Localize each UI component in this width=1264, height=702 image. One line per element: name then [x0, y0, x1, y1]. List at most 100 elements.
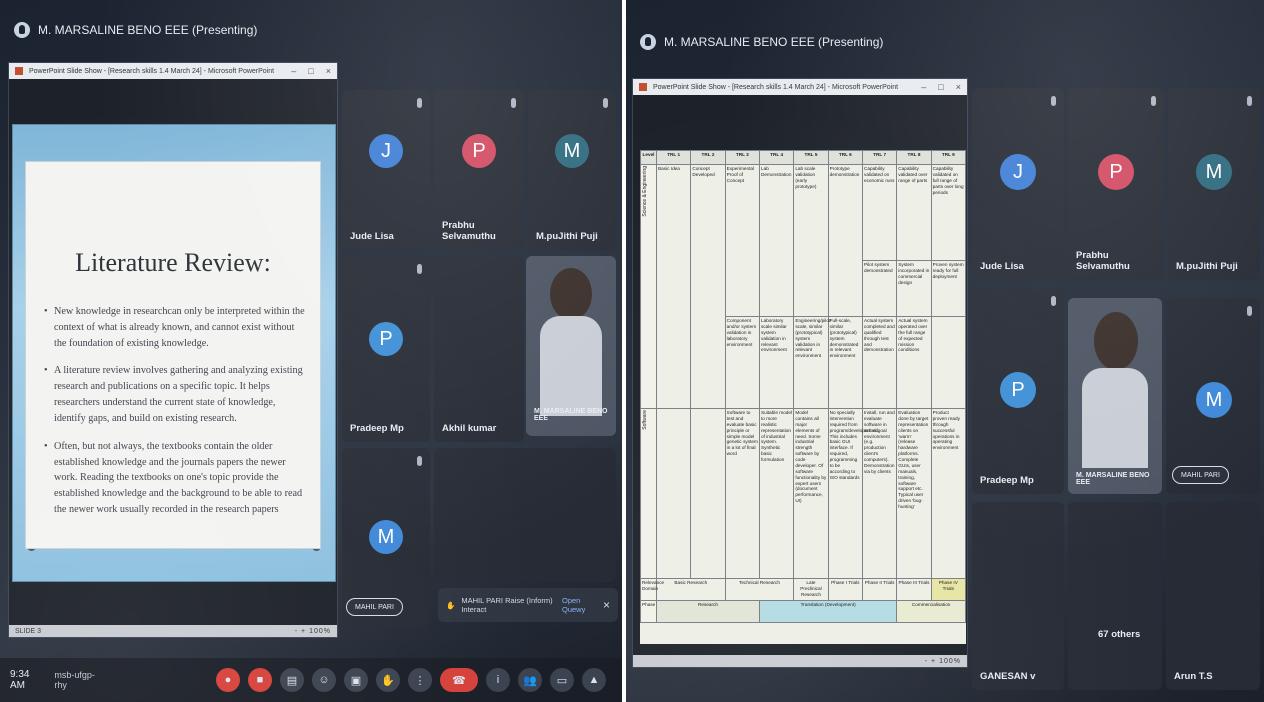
participant-tile[interactable]: P Pradeep Mp	[972, 288, 1064, 494]
window-titlebar: PowerPoint Slide Show - [Research skills…	[633, 79, 967, 95]
maximize-icon[interactable]: □	[308, 66, 313, 76]
maximize-icon[interactable]: □	[938, 82, 943, 92]
mic-muted-icon	[417, 98, 422, 108]
table-cell: Laboratory scale similar system validati…	[758, 316, 795, 409]
avatar: M	[369, 520, 403, 554]
presentation-icon	[14, 22, 30, 38]
presenter-video-tile[interactable]: M. MARSALINE BENO EEE	[1068, 298, 1162, 494]
table-header: TRL 7	[861, 150, 898, 165]
avatar: P	[462, 134, 496, 168]
table-cell	[655, 408, 692, 579]
close-icon[interactable]: ×	[326, 66, 331, 76]
meeting-controls-bar: 9:34 AM msb-ufgp-rhy ● ■ ▤ ☺ ▣ ✋ ⋮ ☎ i 👥…	[0, 658, 622, 702]
participant-name: Pradeep Mp	[980, 475, 1034, 486]
table-cell: Lab Demonstration	[758, 164, 795, 317]
presenter-label: M. MARSALINE BENO EEE (Presenting)	[640, 34, 883, 50]
mic-muted-icon	[603, 98, 608, 108]
minimize-icon[interactable]: –	[921, 82, 926, 92]
participant-tile[interactable]: P Pradeep Mp	[342, 256, 430, 442]
emoji-icon[interactable]: ☺	[312, 668, 336, 692]
participant-tile[interactable]: GANESAN v	[972, 502, 1064, 690]
more-options-icon[interactable]: ⋮	[408, 668, 432, 692]
avatar: M	[1196, 382, 1232, 418]
table-cell: Prototype demonstration	[827, 164, 863, 317]
close-icon[interactable]: ×	[603, 598, 610, 612]
participant-name: Pradeep Mp	[350, 423, 404, 434]
presentation-icon	[640, 34, 656, 50]
people-icon[interactable]: 👥	[518, 668, 542, 692]
zoom-control[interactable]: - + 100%	[295, 628, 331, 635]
table-cell: Translation (Development)	[758, 600, 898, 623]
participant-tile[interactable]: Arun T.S	[1166, 502, 1260, 690]
avatar: J	[1000, 154, 1036, 190]
zoom-control[interactable]: - + 100%	[925, 658, 961, 665]
table-cell: Actual system operated over the full ran…	[896, 316, 932, 409]
close-icon[interactable]: ×	[956, 82, 961, 92]
present-icon[interactable]: ▣	[344, 668, 368, 692]
table-cell: Phase I Trials	[827, 578, 863, 601]
table-header: TRL 6	[827, 150, 863, 165]
table-header: TRL 1	[655, 150, 692, 165]
mic-muted-icon	[1151, 96, 1156, 106]
participant-tile[interactable]: P Prabhu Selvamuthu	[1068, 88, 1164, 280]
participant-tile[interactable]: M M.puJithi Puji	[528, 90, 616, 250]
info-icon[interactable]: i	[486, 668, 510, 692]
presenter-name: M. MARSALINE BENO EEE (Presenting)	[664, 35, 884, 49]
avatar: M	[1196, 154, 1232, 190]
table-header: TRL 8	[896, 150, 932, 165]
participant-name: Jude Lisa	[980, 261, 1024, 272]
table-cell: Engineering/pilot-scale, similar (protot…	[793, 316, 832, 409]
participant-tile[interactable]: J Jude Lisa	[972, 88, 1064, 280]
mic-off-icon[interactable]: ●	[216, 668, 240, 692]
camera-off-icon[interactable]: ■	[248, 668, 272, 692]
participant-tile[interactable]: Akhil kumar	[434, 256, 524, 442]
participant-tile[interactable]: P Prabhu Selvamuthu	[434, 90, 524, 250]
participant-name: Prabhu Selvamuthu	[1076, 250, 1130, 272]
avatar: M	[555, 134, 589, 168]
table-row: Phase Research Translation (Development)…	[640, 600, 966, 623]
slide-content: Literature Review: New knowledge in rese…	[25, 161, 321, 549]
table-cell: Concept Developed	[690, 164, 726, 409]
mic-muted-icon	[1051, 296, 1056, 306]
table-cell: Experimental Proof of Concept	[724, 164, 760, 317]
table-cell: Phase III Trials	[896, 578, 932, 601]
table-cell	[930, 316, 967, 409]
participant-name: GANESAN v	[980, 671, 1036, 682]
table-side-label: Science & Engineering	[640, 164, 657, 409]
participant-name: M. MARSALINE BENO EEE	[1076, 472, 1150, 486]
side-label-text: Software	[642, 410, 648, 430]
minimize-icon[interactable]: –	[291, 66, 296, 76]
raise-hand-icon[interactable]: ✋	[376, 668, 400, 692]
end-call-icon[interactable]: ☎	[440, 668, 478, 692]
window-title: PowerPoint Slide Show - [Research skills…	[653, 83, 899, 91]
avatar: P	[369, 322, 403, 356]
table-cell: Commercialisation	[896, 600, 966, 623]
table-cell: Proven system ready for full deployment	[930, 260, 967, 317]
activities-icon[interactable]: ▲	[582, 668, 606, 692]
presenter-label: M. MARSALINE BENO EEE (Presenting)	[14, 22, 257, 38]
toast-text: MAHIL PARI Raise (Inform) Interact	[461, 596, 553, 614]
participant-tile[interactable]	[434, 448, 616, 582]
slideshow-footer: - + 100%	[633, 655, 967, 667]
meeting-code: msb-ufgp-rhy	[54, 670, 95, 690]
presenter-video-tile[interactable]: M. MARSALINE BENO EEE	[526, 256, 616, 436]
participant-tile[interactable]: M M.puJithi Puji	[1168, 88, 1260, 280]
slide-bullet: New knowledge in researchcan only be int…	[44, 304, 306, 351]
slide-bullet: Often, but not always, the textbooks con…	[44, 439, 306, 518]
participant-tile[interactable]: M	[1166, 298, 1260, 494]
others-tile[interactable]: 67 others	[1068, 502, 1162, 690]
presenter-body	[540, 316, 602, 416]
mic-muted-icon	[1247, 306, 1252, 316]
participant-name: Jude Lisa	[350, 231, 394, 242]
open-queue-link[interactable]: Open Quewy	[562, 596, 597, 614]
table-cell: Evaluation done by target representation…	[896, 408, 932, 579]
raised-hand-chip[interactable]: MAHIL PARI	[1172, 466, 1229, 484]
table-header: TRL 9	[930, 150, 967, 165]
participant-tile[interactable]: J Jude Lisa	[342, 90, 430, 250]
captions-icon[interactable]: ▤	[280, 668, 304, 692]
raised-hand-chip[interactable]: MAHIL PARI	[346, 598, 403, 616]
chat-icon[interactable]: ▭	[550, 668, 574, 692]
slide-counter: SLIDE 3	[15, 627, 42, 635]
mic-muted-icon	[1247, 96, 1252, 106]
presenter-name: M. MARSALINE BENO EEE (Presenting)	[38, 23, 258, 37]
